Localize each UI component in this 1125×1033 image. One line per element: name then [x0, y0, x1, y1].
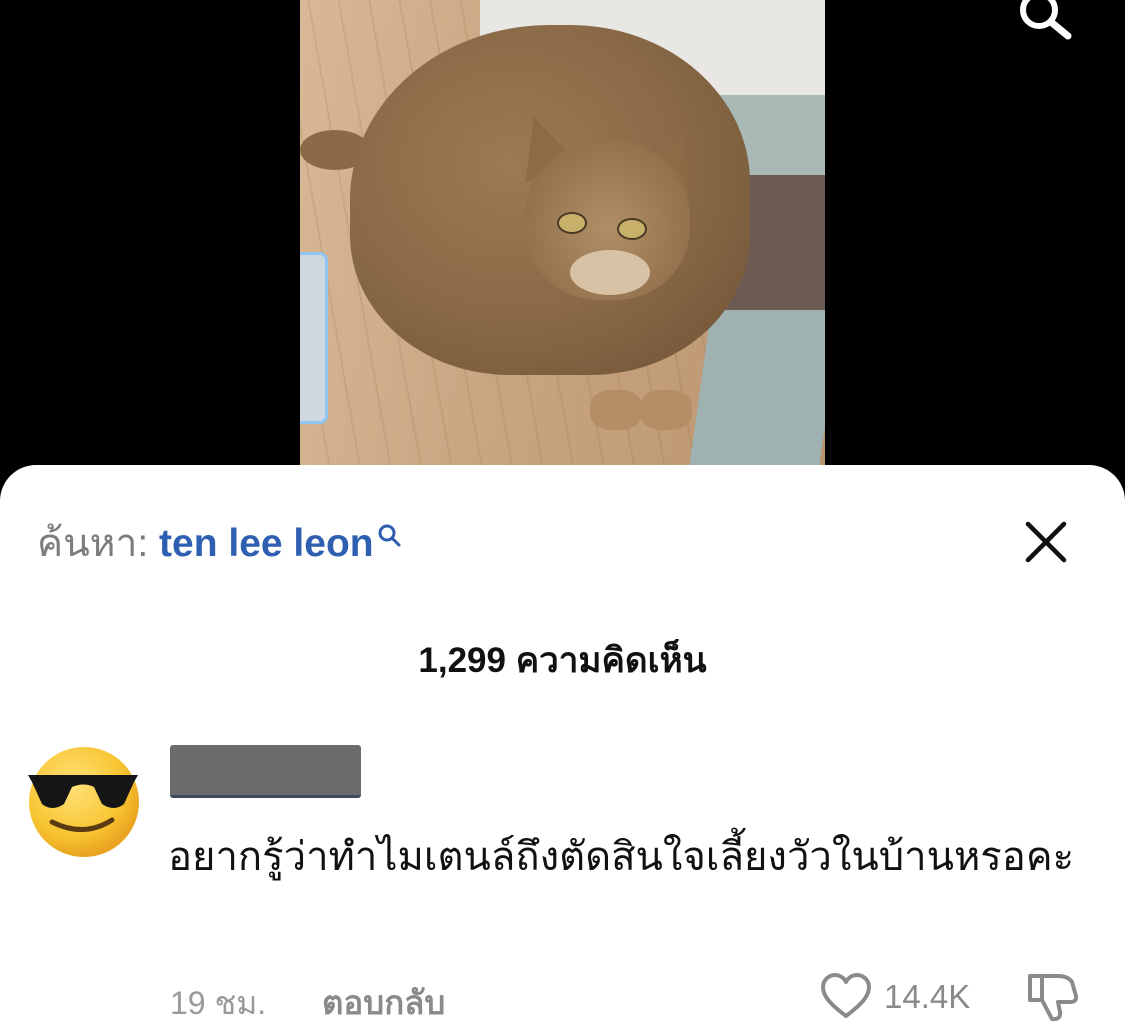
comment-text: อยากรู้ว่าทำไมเตนล์ถึงตัดสินใจเลี้ยงวัวใ… [168, 835, 1075, 879]
cat-eye [557, 212, 587, 234]
search-prefix: ค้นหา: [37, 522, 149, 565]
search-suggestion[interactable]: ค้นหา: ten lee leon [37, 522, 402, 566]
search-icon[interactable] [1006, 0, 1076, 42]
search-icon [378, 524, 401, 547]
search-query-link[interactable]: ten lee leon [159, 522, 374, 565]
cat-eye [617, 218, 647, 240]
cat-paw [590, 390, 642, 430]
avatar[interactable] [24, 742, 142, 860]
like-count: 14.4K [884, 978, 971, 1015]
rug [688, 310, 825, 466]
close-icon[interactable] [1022, 518, 1070, 566]
cat-muzzle [570, 250, 650, 295]
sticker-overlay[interactable] [300, 252, 328, 424]
video-player[interactable] [0, 0, 1125, 470]
thumbs-down-icon[interactable] [1024, 970, 1082, 1022]
heart-icon[interactable] [820, 972, 872, 1020]
reply-button[interactable]: ตอบกลับ [322, 976, 445, 1029]
cat-paw [640, 390, 692, 430]
video-frame-cat [300, 0, 825, 466]
comment-timestamp: 19 ชม. [170, 985, 267, 1021]
comment-count: 1,299 ความคิดเห็น [418, 641, 707, 680]
username-redacted [170, 745, 361, 798]
